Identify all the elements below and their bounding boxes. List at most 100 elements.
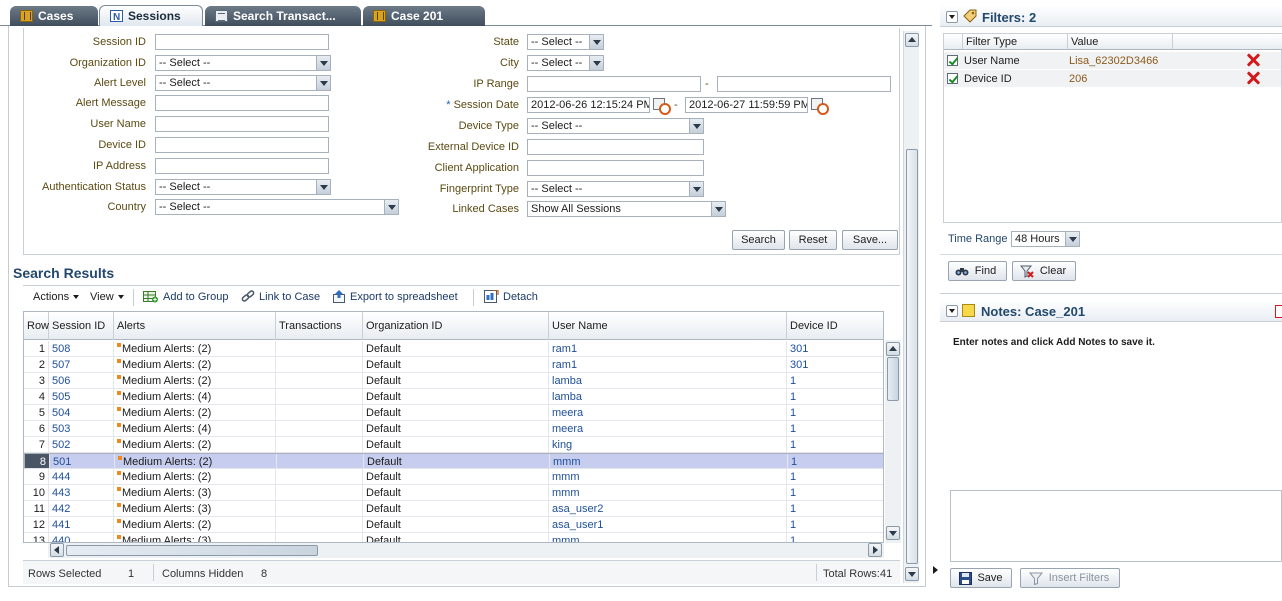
link-icon[interactable]: [241, 290, 256, 303]
alerts-cell[interactable]: Medium Alerts: (2): [114, 373, 276, 389]
user-name-link[interactable]: mmm: [549, 469, 787, 485]
scroll-thumb[interactable]: [66, 545, 318, 556]
alert-message-input[interactable]: [155, 95, 329, 111]
device-id-link[interactable]: 1: [787, 533, 883, 542]
user-name-link[interactable]: lamba: [549, 373, 787, 389]
actions-menu[interactable]: Actions: [33, 291, 79, 303]
table-row[interactable]: 6 503 Medium Alerts: (4) Default meera 1: [24, 421, 883, 437]
alerts-cell[interactable]: Medium Alerts: (3): [114, 501, 276, 517]
scroll-down-icon[interactable]: [905, 567, 919, 581]
user-name-link[interactable]: meera: [549, 421, 787, 437]
table-row[interactable]: 5 504 Medium Alerts: (2) Default meera 1: [24, 405, 883, 421]
column-header-organization-id[interactable]: Organization ID: [363, 312, 549, 340]
table-row[interactable]: 9 444 Medium Alerts: (2) Default mmm 1: [24, 469, 883, 485]
session-date-to-input[interactable]: 2012-06-27 11:59:59 PM: [685, 97, 808, 113]
device-id-link[interactable]: 1: [787, 421, 883, 437]
alerts-cell[interactable]: Medium Alerts: (2): [114, 357, 276, 373]
device-id-link[interactable]: 1: [787, 469, 883, 485]
user-name-link[interactable]: meera: [549, 405, 787, 421]
time-range-select[interactable]: 48 Hours: [1011, 231, 1080, 247]
session-id-link[interactable]: 507: [49, 357, 114, 373]
session-id-link[interactable]: 444: [49, 469, 114, 485]
device-id-link[interactable]: 1: [787, 517, 883, 533]
alerts-cell[interactable]: Medium Alerts: (2): [114, 437, 276, 453]
user-name-link[interactable]: mmm: [549, 533, 787, 542]
alerts-cell[interactable]: Medium Alerts: (2): [114, 469, 276, 485]
user-name-link[interactable]: lamba: [549, 389, 787, 405]
notes-textarea[interactable]: [950, 490, 1282, 562]
ip-range-from-input[interactable]: [527, 76, 701, 92]
column-header-session-id[interactable]: Session ID: [49, 312, 114, 340]
save-search-button[interactable]: Save...: [842, 230, 898, 250]
device-type-select[interactable]: -- Select --: [527, 118, 704, 134]
session-id-link[interactable]: 503: [49, 421, 114, 437]
device-id-link[interactable]: 1: [787, 405, 883, 421]
detach-icon[interactable]: [484, 289, 499, 303]
column-header-alerts[interactable]: Alerts: [114, 312, 276, 340]
export-to-spreadsheet-button[interactable]: Export to spreadsheet: [350, 291, 458, 303]
detach-button[interactable]: Detach: [503, 291, 538, 303]
device-id-link[interactable]: 1: [787, 373, 883, 389]
table-row[interactable]: 1 508 Medium Alerts: (2) Default ram1 301: [24, 341, 883, 357]
external-device-id-input[interactable]: [527, 139, 704, 155]
user-name-link[interactable]: asa_user1: [549, 517, 787, 533]
session-date-from-input[interactable]: 2012-06-26 12:15:24 PM: [527, 97, 650, 113]
session-id-link[interactable]: 501: [50, 454, 115, 468]
table-row[interactable]: 8 501 Medium Alerts: (2) Default mmm 1: [24, 453, 883, 469]
user-name-link[interactable]: mmm: [550, 454, 788, 468]
tab-sessions[interactable]: Sessions: [99, 5, 203, 27]
table-horizontal-scrollbar[interactable]: [48, 543, 884, 558]
session-id-link[interactable]: 443: [49, 485, 114, 501]
session-id-input[interactable]: [155, 34, 329, 50]
session-id-link[interactable]: 505: [49, 389, 114, 405]
device-id-link[interactable]: 301: [787, 341, 883, 357]
fingerprint-type-select[interactable]: -- Select --: [527, 181, 704, 197]
add-to-group-button[interactable]: Add to Group: [163, 291, 228, 303]
alerts-cell[interactable]: Medium Alerts: (3): [114, 485, 276, 501]
scroll-up-icon[interactable]: [886, 342, 900, 356]
splitter-handle-icon[interactable]: [933, 566, 938, 574]
user-name-link[interactable]: asa_user2: [549, 501, 787, 517]
authentication-status-select[interactable]: -- Select --: [155, 179, 331, 195]
ip-range-to-input[interactable]: [717, 76, 891, 92]
user-name-input[interactable]: [155, 116, 329, 132]
scroll-right-icon[interactable]: [868, 543, 882, 557]
device-id-link[interactable]: 1: [787, 389, 883, 405]
client-application-input[interactable]: [527, 160, 704, 176]
delete-filter-icon[interactable]: [1246, 53, 1260, 67]
session-id-link[interactable]: 508: [49, 341, 114, 357]
reset-button[interactable]: Reset: [789, 230, 837, 250]
scroll-up-icon[interactable]: [905, 33, 919, 47]
view-menu[interactable]: View: [90, 291, 124, 303]
session-id-link[interactable]: 441: [49, 517, 114, 533]
insert-filters-button[interactable]: Insert Filters: [1020, 568, 1120, 588]
scroll-thumb[interactable]: [887, 357, 899, 401]
delete-filter-icon[interactable]: [1246, 71, 1260, 85]
column-header-user-name[interactable]: User Name: [549, 312, 787, 340]
session-id-link[interactable]: 440: [49, 533, 114, 542]
session-id-link[interactable]: 506: [49, 373, 114, 389]
device-id-link[interactable]: 301: [787, 357, 883, 373]
table-vertical-scrollbar[interactable]: [885, 340, 901, 543]
country-select[interactable]: -- Select --: [155, 199, 399, 215]
find-button[interactable]: Find: [948, 261, 1007, 281]
organization-id-select[interactable]: -- Select --: [155, 55, 331, 71]
search-button[interactable]: Search: [732, 230, 785, 250]
session-id-link[interactable]: 502: [49, 437, 114, 453]
table-row[interactable]: 12 441 Medium Alerts: (2) Default asa_user1 1: [24, 517, 883, 533]
ip-address-input[interactable]: [155, 158, 329, 174]
device-id-link[interactable]: 1: [788, 454, 883, 468]
calendar-icon[interactable]: [811, 97, 829, 115]
alerts-cell[interactable]: Medium Alerts: (4): [114, 389, 276, 405]
alerts-cell[interactable]: Medium Alerts: (2): [114, 341, 276, 357]
user-name-link[interactable]: ram1: [549, 341, 787, 357]
main-vertical-scrollbar[interactable]: [903, 31, 919, 583]
user-name-link[interactable]: ram1: [549, 357, 787, 373]
column-header-transactions[interactable]: Transactions: [276, 312, 363, 340]
table-row[interactable]: 10 443 Medium Alerts: (3) Default mmm 1: [24, 485, 883, 501]
collapse-filters-icon[interactable]: [946, 11, 958, 23]
alerts-cell[interactable]: Medium Alerts: (2): [114, 517, 276, 533]
table-row[interactable]: 11 442 Medium Alerts: (3) Default asa_user2 1: [24, 501, 883, 517]
calendar-icon[interactable]: [653, 97, 671, 115]
session-id-link[interactable]: 504: [49, 405, 114, 421]
